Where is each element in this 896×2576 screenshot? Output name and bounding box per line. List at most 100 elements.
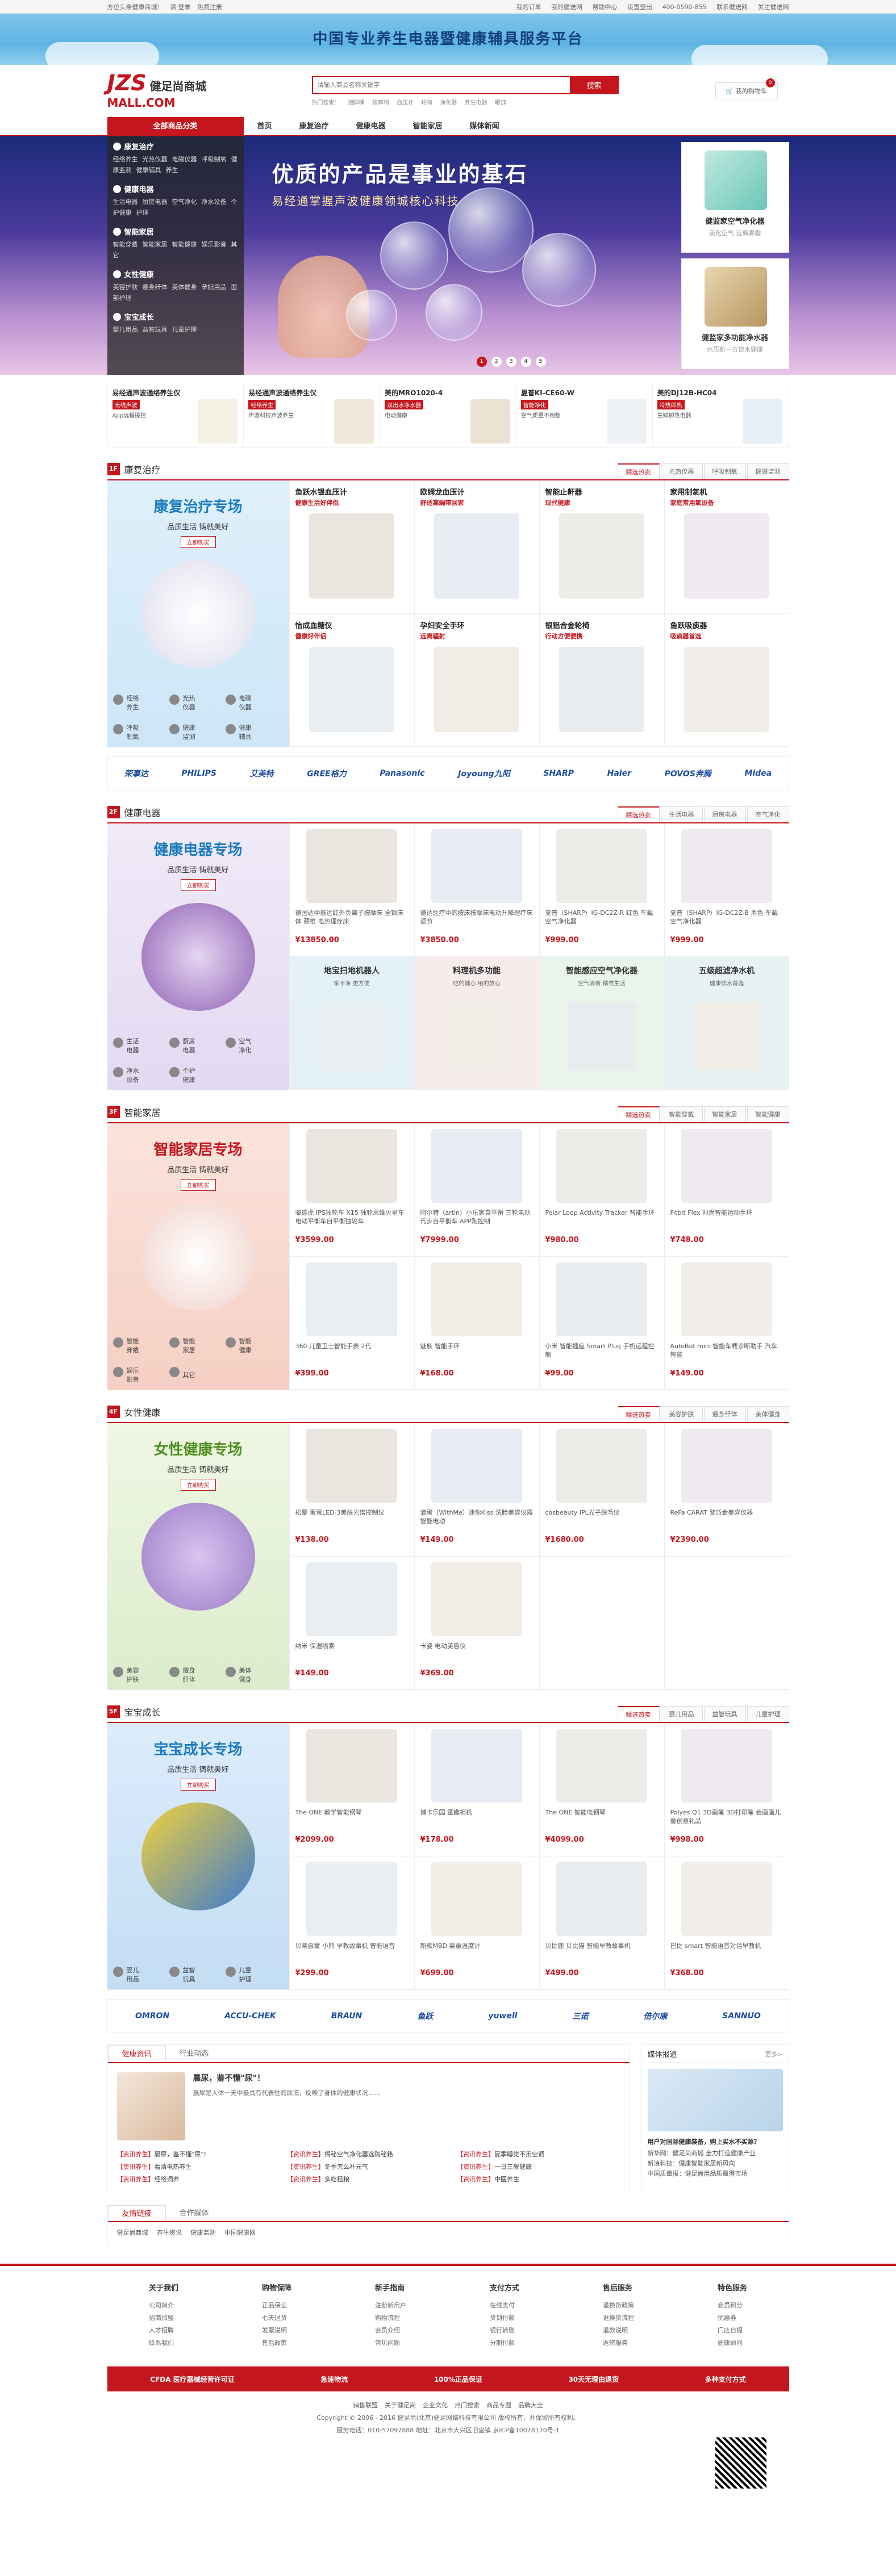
section-quick-link[interactable]: 美容护肤: [112, 1660, 169, 1684]
news-list-item[interactable]: 【资讯养生】中医养生: [457, 2174, 620, 2184]
product-cell[interactable]: Fitbit Flex 时尚智能运动手环 ¥748.00: [664, 1123, 789, 1257]
friend-link[interactable]: 中国健康网: [224, 2229, 256, 2236]
product-cell[interactable]: 德达医疗中的按床按摩床电动升降理疗床调节 ¥3850.00: [414, 823, 539, 957]
section-quick-link[interactable]: 呼吸制氧: [112, 717, 169, 741]
product-cell[interactable]: Polyes Q1 3D画笔 3D打印笔 会画画儿童创意礼品 ¥998.00: [664, 1723, 789, 1856]
product-cell[interactable]: 滴蛋（WithMe）迷你Kiss 洗脸美容仪器 智能电动 ¥149.00: [414, 1423, 539, 1557]
product-cell[interactable]: 巴比 smart 智能语音对话早教机 ¥368.00: [664, 1856, 789, 1989]
section-tab[interactable]: 精选热卖: [617, 463, 660, 479]
category-sub-link[interactable]: 护理: [136, 209, 149, 216]
news-list-item[interactable]: 【资讯养生】看清电热养生: [117, 2162, 280, 2171]
friend-link[interactable]: 健足尚商城: [117, 2229, 148, 2236]
section-quick-link[interactable]: 电磁仪器: [225, 688, 282, 712]
promo-item[interactable]: 易经通声波通络养生仪 经络养生 声波科技声波养生: [244, 383, 381, 447]
news-list-item[interactable]: 【资讯养生】多吃粗粮: [287, 2174, 450, 2184]
section-promo-panel[interactable]: 女性健康专场 品质生活 铸就美好 立即购买 美容护肤 瘦身纤体 美体健身: [107, 1423, 289, 1690]
hero-card-water-purifier[interactable]: 健监家多功能净水器 水质新一方饮水健康: [681, 258, 789, 369]
category-sub-link[interactable]: 电磁仪器: [172, 156, 197, 163]
category-sub-link[interactable]: 智能穿戴: [113, 241, 138, 248]
category-banner[interactable]: 五级超滤净水机 健康饮水首选: [664, 956, 789, 1090]
media-image[interactable]: [647, 2069, 783, 2131]
brand-logo[interactable]: Panasonic: [380, 769, 424, 778]
hot-search-item[interactable]: 养生电器: [465, 100, 487, 106]
brand-logo[interactable]: POVOS奔腾: [665, 768, 711, 779]
category-sub-link[interactable]: 娱乐影音: [202, 241, 227, 248]
section-promo-panel[interactable]: 康复治疗专场 品质生活 铸就美好 立即购买 经络养生 光热仪器 电磁仪器 呼吸制氧 健康监测 健…: [107, 480, 289, 747]
product-cell[interactable]: 卡姿 电动美容仪 ¥369.00: [414, 1556, 539, 1690]
footer-link[interactable]: 联系我们: [149, 2337, 178, 2349]
news-list-item[interactable]: 【资讯养生】冬季怎么补元气: [287, 2162, 450, 2171]
friend-link[interactable]: 健康监测: [191, 2229, 216, 2236]
product-cell[interactable]: 360 儿童卫士智能手表 2代 ¥399.00: [289, 1256, 414, 1390]
category-title[interactable]: 宝宝成长: [112, 311, 238, 322]
brand-logo[interactable]: Midea: [744, 769, 772, 778]
brand-logo[interactable]: 三诺: [572, 2010, 588, 2022]
section-quick-link[interactable]: 娱乐影音: [112, 1360, 169, 1384]
media-list-item[interactable]: 新华网：健足尚商城 全力打造健康产业: [648, 2148, 783, 2159]
section-promo-button[interactable]: 立即购买: [180, 1179, 216, 1191]
news-list-item[interactable]: 【资讯养生】夏季睡觉不用空调: [457, 2150, 620, 2159]
product-cell[interactable]: The ONE 智能电钢琴 ¥4099.00: [539, 1723, 664, 1856]
brand-logo[interactable]: OMRON: [135, 2012, 169, 2021]
section-quick-link[interactable]: 健康监测: [169, 717, 226, 741]
category-banner[interactable]: 料理机多功能 吃的健心 用的放心: [414, 956, 539, 1090]
product-cell[interactable]: 夏普（SHARP）IG-DC2Z-B 黑色 车载空气净化器 ¥999.00: [664, 823, 789, 957]
product-cell[interactable]: 小米 智能插座 Smart Plug 手机远程控制 ¥99.00: [539, 1256, 664, 1390]
footer-link[interactable]: 招商加盟: [149, 2312, 178, 2324]
tab-friend-links[interactable]: 友情链接: [107, 2205, 166, 2221]
footer-link[interactable]: 健康顾问: [718, 2337, 747, 2349]
hero-carousel[interactable]: 康复治疗 经络养生 光热仪器 电磁仪器 呼吸制氧 健康监测 健康辅具 养生 健康电器 生活电器 厨房…: [0, 136, 896, 375]
section-quick-link[interactable]: 空气净化: [225, 1031, 282, 1055]
hot-search-item[interactable]: 按摩椅: [372, 100, 389, 106]
hot-search-item[interactable]: 泡脚桶: [348, 100, 365, 106]
hot-search-item[interactable]: 净化器: [440, 100, 457, 106]
section-promo-panel[interactable]: 健康电器专场 品质生活 铸就美好 立即购买 生活电器 厨房电器 空气净化 净水设备 个护健康: [107, 823, 289, 1090]
category-sub-link[interactable]: 瘦身纤体: [143, 283, 168, 291]
section-tab[interactable]: 精选热卖: [617, 1706, 660, 1722]
brand-logo[interactable]: Joyoung九阳: [458, 768, 510, 779]
news-list-item[interactable]: 【资讯养生】揭秘空气净化器选购秘籍: [287, 2150, 450, 2159]
tab-industry-news[interactable]: 行业动态: [166, 2045, 223, 2062]
section-promo-button[interactable]: 立即购买: [180, 536, 216, 548]
footer-bottom-link[interactable]: 品牌大全: [518, 2402, 543, 2409]
footer-link[interactable]: 会员介绍: [375, 2324, 406, 2337]
section-tab[interactable]: 婴儿用品: [660, 1706, 703, 1722]
category-banner[interactable]: 智能感应空气净化器 空气清新 精致生活: [539, 956, 664, 1090]
footer-link[interactable]: 正品保证: [262, 2299, 291, 2312]
register-link[interactable]: 免费注册: [197, 3, 222, 11]
carousel-dot[interactable]: 4: [520, 357, 531, 367]
section-tab[interactable]: 智能家居: [703, 1106, 746, 1122]
footer-link[interactable]: 会员积分: [718, 2299, 747, 2312]
section-tab[interactable]: 益智玩具: [703, 1706, 746, 1722]
hot-search-item[interactable]: 血压计: [397, 100, 414, 106]
section-quick-link[interactable]: 美体健身: [225, 1660, 282, 1684]
section-tab[interactable]: 美体健身: [747, 1406, 789, 1422]
product-cell[interactable]: 德国达中能远红外负离子按摩床 全钢床体 颈椎 电热理疗床 ¥13850.00: [289, 823, 414, 957]
nav-item-news[interactable]: 媒体新闻: [456, 117, 513, 136]
section-promo-button[interactable]: 立即购买: [180, 1479, 216, 1491]
media-headline[interactable]: 用户对国际健康装备，购上买水不买源？: [642, 2137, 789, 2146]
category-sub-link[interactable]: 养生: [166, 166, 178, 174]
category-sub-link[interactable]: 光热仪器: [143, 156, 168, 163]
hot-search-item[interactable]: 眼部: [495, 100, 506, 106]
product-cell[interactable]: 阿尔特（artin）小乐家自平衡 三轮电动代步自平衡车 APP跑控制 ¥7999.…: [414, 1123, 539, 1257]
section-tab[interactable]: 智能健康: [747, 1106, 789, 1122]
footer-link[interactable]: 货到付款: [490, 2312, 519, 2324]
product-cell[interactable]: ReFa CARAT 黎派金美容仪器 ¥2390.00: [664, 1423, 789, 1557]
nav-item-appliances[interactable]: 健康电器: [343, 117, 399, 136]
section-tab[interactable]: 精选热卖: [617, 1106, 660, 1122]
category-banner[interactable]: 地宝扫地机器人 家干净 更方便: [289, 956, 414, 1090]
tab-health-news[interactable]: 健康资讯: [107, 2045, 166, 2062]
category-sub-link[interactable]: 孕妇用品: [202, 283, 227, 291]
footer-link[interactable]: 退换货流程: [603, 2312, 634, 2324]
footer-bottom-link[interactable]: 关于健足尚: [385, 2402, 416, 2409]
category-title[interactable]: 康复治疗: [112, 141, 238, 152]
category-sub-link[interactable]: 婴儿用品: [113, 326, 138, 333]
category-sub-link[interactable]: 美容护肤: [113, 283, 138, 291]
product-cell[interactable]: 鱼跃吸痰器 吸痰器首选: [664, 613, 789, 747]
category-sub-link[interactable]: 益智玩具: [143, 326, 168, 333]
promo-item[interactable]: 美的MRO1020-4 双出水净水器 电动健康: [380, 383, 516, 447]
section-promo-panel[interactable]: 智能家居专场 品质生活 铸就美好 立即购买 智能穿戴 智能家居 智能健康 娱乐影音 其它: [107, 1123, 289, 1390]
product-cell[interactable]: 贝比鹿 贝比猫 智能早教故事机 ¥499.00: [539, 1856, 664, 1989]
nav-item-smart-home[interactable]: 智能家居: [399, 117, 456, 136]
